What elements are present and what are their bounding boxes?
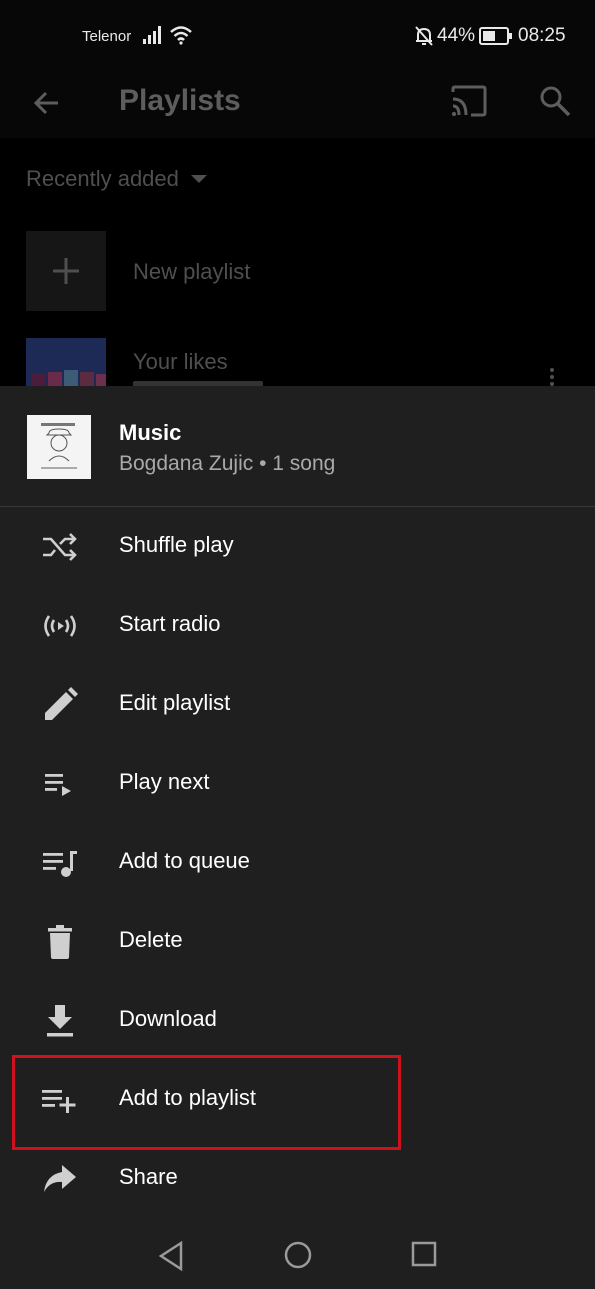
- play-next-icon: [45, 774, 71, 796]
- menu-item-add-to-queue[interactable]: Add to queue: [0, 823, 595, 902]
- new-playlist-label[interactable]: New playlist: [133, 259, 250, 285]
- sort-label: Recently added: [26, 166, 179, 191]
- cast-icon[interactable]: [449, 84, 489, 118]
- menu-item-play-next[interactable]: Play next: [0, 744, 595, 823]
- radio-icon: [44, 615, 76, 637]
- menu-item-label: Share: [119, 1164, 178, 1189]
- plus-icon: [53, 258, 79, 284]
- menu-item-shuffle-play[interactable]: Shuffle play: [0, 507, 595, 586]
- search-icon[interactable]: [538, 84, 572, 118]
- new-playlist-tile[interactable]: [26, 231, 106, 311]
- menu-item-share[interactable]: Share: [0, 1139, 595, 1218]
- nav-back-icon[interactable]: [157, 1240, 185, 1272]
- app-bar: Playlists: [0, 72, 595, 138]
- pencil-icon: [45, 687, 78, 720]
- more-vert-icon[interactable]: [550, 368, 555, 386]
- shuffle-icon: [43, 533, 77, 561]
- album-art-sketch-icon: [41, 423, 77, 469]
- menu-item-label: Download: [119, 1006, 217, 1031]
- notifications-off-icon: [415, 26, 433, 46]
- trash-icon: [48, 925, 72, 959]
- playlist-subtitle: Bogdana Zujic • 1 song: [119, 452, 336, 475]
- menu-item-label: Delete: [119, 927, 183, 952]
- battery-icon: [479, 27, 512, 45]
- likes-subtitle: [133, 378, 333, 386]
- sort-dropdown[interactable]: Recently added: [26, 166, 207, 192]
- carrier-name: Telenor: [82, 28, 132, 45]
- highlight-box: [12, 1055, 401, 1150]
- clock: 08:25: [518, 25, 566, 46]
- your-likes-label[interactable]: Your likes: [133, 349, 228, 375]
- system-nav-bar: [0, 1225, 595, 1289]
- page-title: Playlists: [119, 84, 241, 117]
- menu-item-start-radio[interactable]: Start radio: [0, 586, 595, 665]
- back-arrow-icon[interactable]: [30, 86, 64, 120]
- menu-item-label: Play next: [119, 769, 210, 794]
- chevron-down-icon: [190, 175, 207, 183]
- menu-item-edit-playlist[interactable]: Edit playlist: [0, 665, 595, 744]
- nav-recents-icon[interactable]: [410, 1240, 438, 1268]
- nav-home-icon[interactable]: [283, 1240, 313, 1270]
- playlist-thumbnail: [27, 415, 91, 479]
- likes-thumbnail[interactable]: [26, 338, 106, 386]
- status-bar: Telenor 44% 08:25: [0, 0, 595, 72]
- wifi-icon: [170, 26, 192, 45]
- menu-item-label: Start radio: [119, 611, 221, 636]
- signal-icon: [143, 26, 161, 44]
- menu-item-delete[interactable]: Delete: [0, 902, 595, 981]
- menu-item-label: Shuffle play: [119, 532, 234, 557]
- menu-item-label: Add to queue: [119, 848, 250, 873]
- playlist-options-sheet: Music Bogdana Zujic • 1 song Shuffle pla…: [0, 386, 595, 1289]
- playlist-title: Music: [119, 420, 182, 445]
- share-icon: [44, 1165, 76, 1192]
- battery-percent: 44%: [437, 25, 476, 46]
- queue-icon: [43, 851, 77, 877]
- menu-item-label: Edit playlist: [119, 690, 231, 715]
- sheet-header: Music Bogdana Zujic • 1 song: [0, 386, 595, 507]
- download-icon: [47, 1005, 73, 1037]
- menu-item-download[interactable]: Download: [0, 981, 595, 1060]
